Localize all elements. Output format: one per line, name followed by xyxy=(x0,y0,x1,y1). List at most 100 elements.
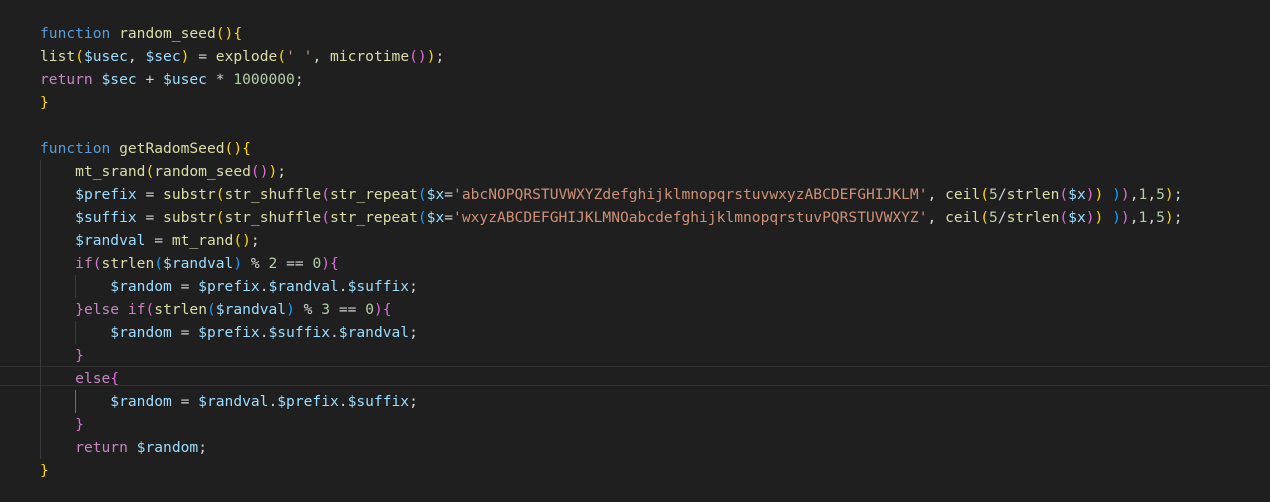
code-token: = xyxy=(136,186,164,203)
code-token: $randval xyxy=(198,393,269,410)
code-token: { xyxy=(330,255,339,272)
code-token: ( xyxy=(417,186,427,203)
code-token: ( xyxy=(321,186,330,203)
code-token: ) xyxy=(1164,209,1174,226)
code-line[interactable]: } xyxy=(40,344,1270,367)
code-line[interactable]: $randval = mt_rand(); xyxy=(40,229,1270,252)
code-token: 'abcNOPQRSTUVWXYZdefghijklmnopqrstuvwxyz… xyxy=(453,186,928,203)
code-line[interactable]: $suffix = substr(str_shuffle(str_repeat(… xyxy=(40,206,1270,229)
code-token: 3 xyxy=(321,301,331,318)
code-token: microtime xyxy=(330,48,410,65)
code-line[interactable]: function getRadomSeed(){ xyxy=(40,137,1270,160)
code-token: ( xyxy=(1059,209,1069,226)
code-token: mt_rand xyxy=(171,232,234,249)
code-token: = xyxy=(171,393,199,410)
code-editor[interactable]: function random_seed(){list($usec, $sec)… xyxy=(0,0,1270,502)
code-token: } xyxy=(40,462,49,479)
code-area[interactable]: function random_seed(){list($usec, $sec)… xyxy=(40,22,1270,482)
code-token: ( xyxy=(75,48,84,65)
code-line[interactable]: return $sec + $usec * 1000000; xyxy=(40,68,1270,91)
code-token: , xyxy=(312,48,331,65)
code-token: { xyxy=(242,140,251,157)
code-token: $suffix xyxy=(347,393,410,410)
code-token: $x xyxy=(1068,209,1086,226)
code-token: ) xyxy=(286,301,295,318)
code-token: if xyxy=(75,255,93,272)
code-token: 0 xyxy=(365,301,374,318)
code-token: 5 xyxy=(1156,209,1165,226)
code-line[interactable]: $prefix = substr(str_shuffle(str_repeat(… xyxy=(40,183,1270,206)
code-token: = xyxy=(189,48,216,65)
code-line[interactable]: } xyxy=(40,413,1270,436)
code-token: $prefix xyxy=(277,393,339,410)
code-line[interactable]: return $random; xyxy=(40,436,1270,459)
code-token: ) xyxy=(268,163,278,180)
code-token: ; xyxy=(277,163,287,180)
code-token: getRadomSeed xyxy=(119,140,225,157)
code-token: = xyxy=(145,232,172,249)
code-token: ) xyxy=(1085,209,1095,226)
code-token: $randval xyxy=(215,301,287,318)
code-token: , xyxy=(127,48,146,65)
code-token: $suffix xyxy=(347,278,410,295)
code-line[interactable]: mt_srand(random_seed()); xyxy=(40,160,1270,183)
code-token: ; xyxy=(1173,209,1183,226)
code-line[interactable]: $random = $prefix.$suffix.$randval; xyxy=(40,321,1270,344)
code-token: random_seed xyxy=(119,25,216,42)
code-token: str_shuffle xyxy=(224,209,322,226)
code-token: ) xyxy=(1112,186,1121,203)
code-token: ) xyxy=(374,301,383,318)
code-line[interactable]: list($usec, $sec) = explode(' ', microti… xyxy=(40,45,1270,68)
code-token: ; xyxy=(409,324,418,341)
code-line[interactable]: function random_seed(){ xyxy=(40,22,1270,45)
code-token: 1000000 xyxy=(233,71,295,88)
code-line[interactable]: } xyxy=(40,459,1270,482)
code-line[interactable]: $random = $prefix.$randval.$suffix; xyxy=(40,275,1270,298)
code-token: + xyxy=(136,71,164,88)
code-token: ceil xyxy=(945,209,981,226)
code-token: function xyxy=(40,140,111,157)
code-token: % xyxy=(294,301,322,318)
code-token: list xyxy=(40,48,76,65)
code-token: ) xyxy=(1120,186,1130,203)
code-token: , xyxy=(1129,186,1139,203)
code-line[interactable] xyxy=(40,114,1270,137)
code-token: . xyxy=(338,278,348,295)
code-token: ( xyxy=(417,209,427,226)
code-token: ; xyxy=(435,48,445,65)
code-line[interactable]: $random = $randval.$prefix.$suffix; xyxy=(40,390,1270,413)
code-token: ) xyxy=(1120,209,1130,226)
code-token: } xyxy=(75,301,84,318)
code-token: . xyxy=(330,324,339,341)
code-token: str_shuffle xyxy=(224,186,322,203)
code-token: () xyxy=(224,140,243,157)
code-token: $sec xyxy=(145,48,181,65)
code-line[interactable]: else{ xyxy=(40,367,1270,390)
code-token: / xyxy=(997,209,1007,226)
code-token: ; xyxy=(294,71,304,88)
code-token: $random xyxy=(110,324,172,341)
code-token: ( xyxy=(145,163,155,180)
code-token: () xyxy=(215,25,234,42)
code-token: strlen xyxy=(1006,186,1060,203)
code-line[interactable]: }else if(strlen($randval) % 3 == 0){ xyxy=(40,298,1270,321)
code-line[interactable]: } xyxy=(40,91,1270,114)
code-token: substr xyxy=(163,209,216,226)
code-token: ( xyxy=(215,186,225,203)
code-line[interactable]: if(strlen($randval) % 2 == 0){ xyxy=(40,252,1270,275)
code-token: , xyxy=(1129,209,1139,226)
code-token: ; xyxy=(198,439,207,456)
code-token: $x xyxy=(1068,186,1086,203)
code-token: ( xyxy=(207,301,216,318)
